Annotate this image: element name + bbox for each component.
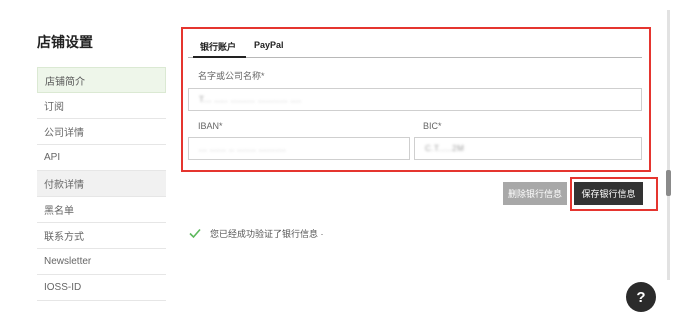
- iban-field-label: IBAN*: [198, 121, 223, 131]
- iban-field[interactable]: ... ...... .. ....... ..........: [188, 137, 410, 160]
- name-field[interactable]: T... ..... ......... ........... ....: [188, 88, 642, 111]
- save-bank-info-button[interactable]: 保存银行信息: [574, 182, 643, 205]
- bic-field-label: BIC*: [423, 121, 442, 131]
- sidebar-item-newsletter[interactable]: Newsletter: [37, 249, 166, 275]
- sidebar-item-contact[interactable]: 联系方式: [37, 223, 166, 249]
- sidebar-item-payment-details[interactable]: 付款详情: [37, 171, 166, 197]
- sidebar-item-ioss-id[interactable]: IOSS-ID: [37, 275, 166, 301]
- help-button[interactable]: ?: [626, 282, 656, 312]
- success-message: 您已经成功验证了银行信息 ·: [188, 226, 324, 240]
- sidebar-item-api[interactable]: API: [37, 145, 166, 171]
- checkmark-icon: [189, 228, 201, 239]
- name-field-label: 名字或公司名称*: [198, 71, 265, 81]
- payment-tabs: 银行账户 PayPal: [188, 36, 642, 58]
- bic-field-value: C.T.....2M: [425, 144, 465, 153]
- sidebar-title: 店铺设置: [37, 34, 93, 50]
- sidebar-item-company-details[interactable]: 公司详情: [37, 119, 166, 145]
- success-text: 您已经成功验证了银行信息 ·: [210, 228, 324, 239]
- sidebar-list: 店铺简介 订阅 公司详情 API 付款详情 黑名单 联系方式 Newslette…: [37, 67, 166, 301]
- scrollbar-track[interactable]: [667, 10, 670, 280]
- tab-bank-account[interactable]: 银行账户: [200, 40, 236, 53]
- bank-details-panel: 银行账户 PayPal 名字或公司名称* T... ..... ........…: [181, 27, 651, 172]
- sidebar-item-subscription[interactable]: 订阅: [37, 93, 166, 119]
- iban-field-value: ... ...... .. ....... ..........: [199, 144, 287, 153]
- bic-field[interactable]: C.T.....2M: [414, 137, 642, 160]
- delete-bank-info-button[interactable]: 删除银行信息: [503, 182, 567, 205]
- tab-paypal[interactable]: PayPal: [254, 40, 284, 50]
- name-field-value: T... ..... ......... ........... ....: [199, 95, 302, 104]
- active-tab-indicator: [193, 56, 246, 58]
- sidebar-item-shop-profile[interactable]: 店铺简介: [37, 67, 166, 93]
- sidebar-item-blacklist[interactable]: 黑名单: [37, 197, 166, 223]
- scrollbar-thumb[interactable]: [666, 170, 671, 196]
